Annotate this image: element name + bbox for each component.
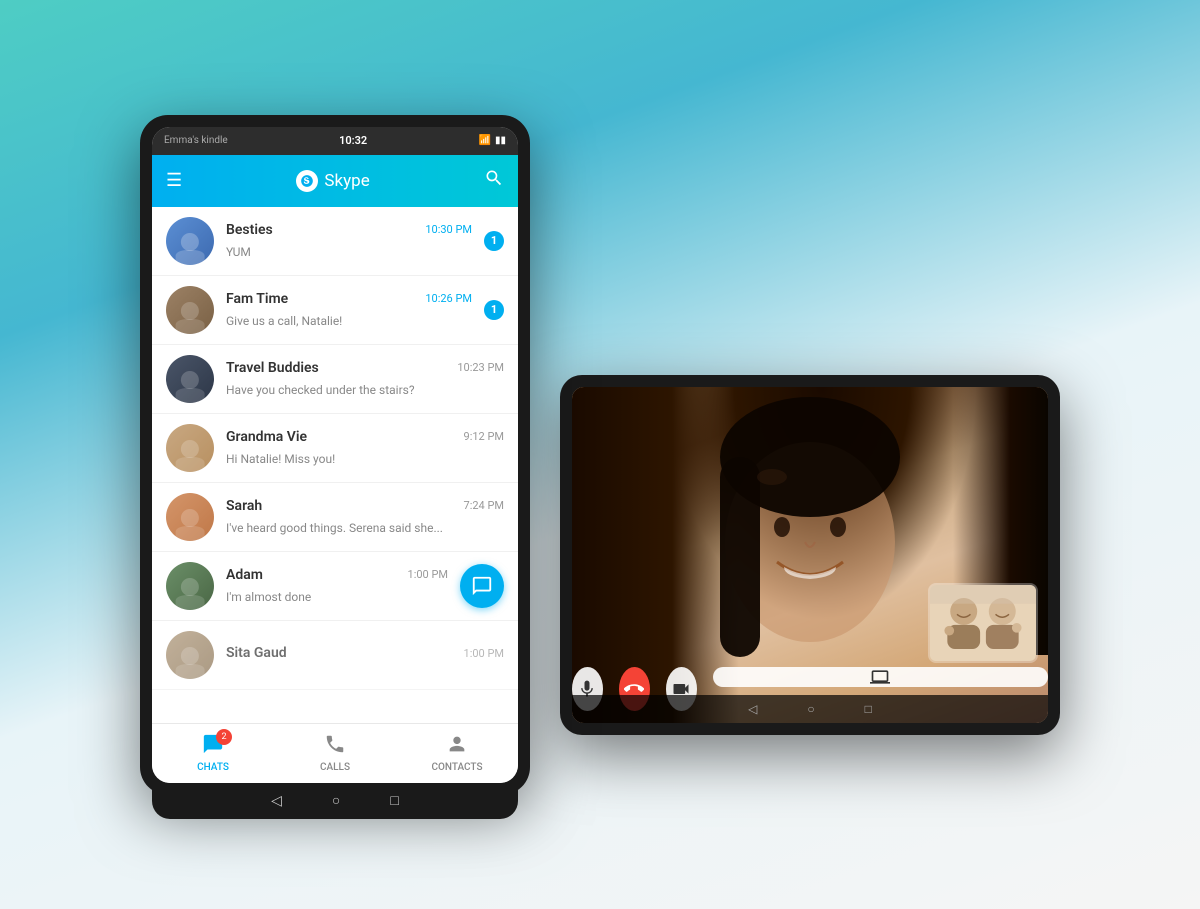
chat-item-sita[interactable]: Sita Gaud 1:00 PM bbox=[152, 621, 518, 690]
chats-badge: 2 bbox=[216, 729, 232, 745]
chats-label: CHATS bbox=[197, 762, 229, 773]
screen-share-button[interactable] bbox=[713, 667, 1048, 687]
bottom-nav: 2 CHATS CALLS bbox=[152, 723, 518, 783]
chat-name-row: Besties 10:30 PM bbox=[226, 222, 472, 238]
home-button[interactable]: ○ bbox=[332, 792, 340, 809]
chat-info-travel: Travel Buddies 10:23 PM Have you checked… bbox=[226, 360, 504, 398]
chat-name-row: Grandma Vie 9:12 PM bbox=[226, 429, 504, 445]
chat-time: 7:24 PM bbox=[464, 499, 504, 512]
chat-item-travel[interactable]: Travel Buddies 10:23 PM Have you checked… bbox=[152, 345, 518, 414]
chat-name: Adam bbox=[226, 567, 263, 583]
android-nav-portrait: ◁ ○ □ bbox=[152, 783, 518, 819]
avatar-fam bbox=[166, 286, 214, 334]
chat-name: Sita Gaud bbox=[226, 645, 287, 661]
chat-info-sita: Sita Gaud 1:00 PM bbox=[226, 645, 504, 664]
chat-time: 1:00 PM bbox=[464, 647, 504, 660]
skype-logo bbox=[296, 170, 318, 192]
chat-info-fam: Fam Time 10:26 PM Give us a call, Natali… bbox=[226, 291, 472, 329]
avatar-adam bbox=[166, 562, 214, 610]
tablet-landscape: ◁ ○ □ bbox=[560, 375, 1060, 735]
chat-name: Fam Time bbox=[226, 291, 288, 307]
app-name: Skype bbox=[324, 171, 369, 191]
back-button[interactable]: ◁ bbox=[271, 793, 282, 809]
chat-list: Besties 10:30 PM YUM 1 Fam bbox=[152, 207, 518, 723]
chat-preview: I'm almost done bbox=[226, 590, 311, 604]
nav-contacts[interactable]: CONTACTS bbox=[396, 724, 518, 783]
back-button-landscape[interactable]: ◁ bbox=[748, 702, 757, 716]
tablet-portrait: Emma's kindle 10:32 📶 ▮▮ ☰ Skype bbox=[140, 115, 530, 795]
avatar-grandma bbox=[166, 424, 214, 472]
chat-name-row: Sita Gaud 1:00 PM bbox=[226, 645, 504, 661]
chat-info-besties: Besties 10:30 PM YUM bbox=[226, 222, 472, 260]
chats-icon: 2 bbox=[202, 733, 224, 760]
skype-header: ☰ Skype bbox=[152, 155, 518, 207]
calls-label: CALLS bbox=[320, 762, 350, 773]
chat-item-famtime[interactable]: Fam Time 10:26 PM Give us a call, Natali… bbox=[152, 276, 518, 345]
thumbnail-video bbox=[930, 585, 1036, 661]
chat-item-adam[interactable]: Adam 1:00 PM I'm almost done bbox=[152, 552, 518, 621]
compose-button[interactable] bbox=[460, 564, 504, 608]
status-time: 10:32 bbox=[339, 134, 367, 147]
recent-button-landscape[interactable]: □ bbox=[865, 702, 872, 716]
landscape-screen: ◁ ○ □ bbox=[572, 387, 1048, 723]
chat-time: 9:12 PM bbox=[464, 430, 504, 443]
chat-name-row: Adam 1:00 PM bbox=[226, 567, 448, 583]
chat-preview: YUM bbox=[226, 245, 251, 259]
chat-name: Grandma Vie bbox=[226, 429, 307, 445]
chat-preview: Have you checked under the stairs? bbox=[226, 383, 415, 397]
wifi-icon: 📶 bbox=[479, 135, 491, 146]
android-nav-landscape: ◁ ○ □ bbox=[572, 695, 1048, 723]
chat-time: 10:30 PM bbox=[425, 223, 472, 236]
portrait-screen: Emma's kindle 10:32 📶 ▮▮ ☰ Skype bbox=[152, 127, 518, 783]
chat-preview: I've heard good things. Serena said she.… bbox=[226, 521, 443, 535]
chat-time: 1:00 PM bbox=[408, 568, 448, 581]
video-thumbnail bbox=[928, 583, 1038, 663]
chat-name-row: Sarah 7:24 PM bbox=[226, 498, 504, 514]
menu-icon[interactable]: ☰ bbox=[166, 170, 182, 191]
recent-button[interactable]: □ bbox=[390, 792, 398, 809]
chat-name-row: Fam Time 10:26 PM bbox=[226, 291, 472, 307]
unread-badge: 1 bbox=[484, 300, 504, 320]
chat-preview: Give us a call, Natalie! bbox=[226, 314, 342, 328]
nav-calls[interactable]: CALLS bbox=[274, 724, 396, 783]
title-area: Skype bbox=[296, 170, 369, 192]
chat-name: Besties bbox=[226, 222, 273, 238]
thumbnail-svg bbox=[930, 583, 1036, 663]
chat-info-grandma: Grandma Vie 9:12 PM Hi Natalie! Miss you… bbox=[226, 429, 504, 467]
chat-time: 10:23 PM bbox=[457, 361, 504, 374]
chat-item-besties[interactable]: Besties 10:30 PM YUM 1 bbox=[152, 207, 518, 276]
avatar-besties bbox=[166, 217, 214, 265]
contacts-icon bbox=[446, 733, 468, 760]
scene: Emma's kindle 10:32 📶 ▮▮ ☰ Skype bbox=[140, 115, 1060, 795]
home-button-landscape[interactable]: ○ bbox=[807, 702, 814, 716]
search-icon[interactable] bbox=[484, 168, 504, 193]
nav-chats[interactable]: 2 CHATS bbox=[152, 724, 274, 783]
chat-name-row: Travel Buddies 10:23 PM bbox=[226, 360, 504, 376]
chat-info-adam: Adam 1:00 PM I'm almost done bbox=[226, 567, 448, 605]
chat-time: 10:26 PM bbox=[425, 292, 472, 305]
avatar-sita bbox=[166, 631, 214, 679]
chat-name: Travel Buddies bbox=[226, 360, 319, 376]
chat-preview: Hi Natalie! Miss you! bbox=[226, 452, 335, 466]
status-icons: 📶 ▮▮ bbox=[479, 135, 506, 146]
video-main: ◁ ○ □ bbox=[572, 387, 1048, 723]
unread-badge: 1 bbox=[484, 231, 504, 251]
calls-icon bbox=[324, 733, 346, 760]
avatar-sarah bbox=[166, 493, 214, 541]
contacts-label: CONTACTS bbox=[431, 762, 482, 773]
chat-item-sarah[interactable]: Sarah 7:24 PM I've heard good things. Se… bbox=[152, 483, 518, 552]
avatar-travel bbox=[166, 355, 214, 403]
chat-item-grandma[interactable]: Grandma Vie 9:12 PM Hi Natalie! Miss you… bbox=[152, 414, 518, 483]
status-bar: Emma's kindle 10:32 📶 ▮▮ bbox=[152, 127, 518, 155]
device-name: Emma's kindle bbox=[164, 135, 228, 146]
chat-info-sarah: Sarah 7:24 PM I've heard good things. Se… bbox=[226, 498, 504, 536]
chat-name: Sarah bbox=[226, 498, 262, 514]
battery-icon: ▮▮ bbox=[495, 135, 506, 146]
